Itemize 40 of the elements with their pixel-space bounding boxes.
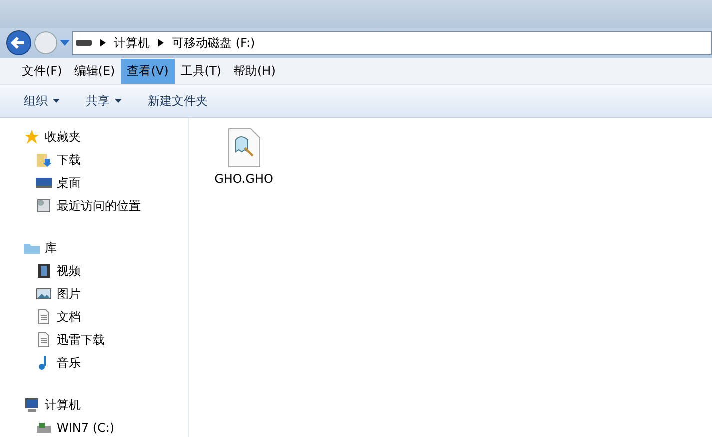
nav-item[interactable]: 库 xyxy=(45,240,57,256)
menu-item[interactable]: 工具(T) xyxy=(174,58,228,84)
chevron-icon xyxy=(158,39,164,47)
star-icon xyxy=(24,129,40,145)
nav-item[interactable]: 音乐 xyxy=(57,354,81,372)
history-caret-icon[interactable] xyxy=(60,40,70,46)
drive-icon xyxy=(36,420,52,436)
address-bar[interactable]: 计算机 可移动磁盘 (F:) xyxy=(72,31,712,55)
file-name[interactable]: GHO.GHO xyxy=(214,172,274,186)
computer-icon xyxy=(24,397,40,413)
chevron-icon xyxy=(100,39,106,47)
nav-item[interactable]: 下载 xyxy=(57,152,81,168)
document-icon xyxy=(36,309,52,325)
nav-item[interactable]: 图片 xyxy=(57,286,81,302)
nav-item[interactable]: 桌面 xyxy=(57,174,81,192)
monitor-icon xyxy=(36,175,52,191)
toolbar-button[interactable]: 共享 xyxy=(86,92,122,110)
nav-item[interactable]: 收藏夹 xyxy=(45,128,81,146)
nav-item[interactable]: 视频 xyxy=(57,262,81,280)
breadcrumb-item[interactable]: 计算机 xyxy=(114,34,150,52)
menu-item[interactable]: 查看(V) xyxy=(121,58,175,84)
nav-item[interactable]: 计算机 xyxy=(45,396,81,414)
menu-item[interactable]: 文件(F) xyxy=(16,58,68,84)
toolbar-button[interactable]: 新建文件夹 xyxy=(148,92,208,110)
caret-icon xyxy=(53,99,60,103)
nav-item[interactable]: 迅雷下载 xyxy=(57,332,105,348)
breadcrumb-item[interactable]: 可移动磁盘 (F:) xyxy=(172,34,256,52)
nav-item[interactable]: 文档 xyxy=(57,308,81,326)
menu-item[interactable]: 帮助(H) xyxy=(228,58,282,84)
picture-icon xyxy=(36,286,52,302)
folder-arrow-icon xyxy=(36,152,52,168)
back-button[interactable] xyxy=(6,30,32,56)
document-icon xyxy=(36,332,52,348)
menu-item[interactable]: 编辑(E) xyxy=(68,58,122,84)
toolbar-button[interactable]: 组织 xyxy=(24,92,60,110)
caret-icon xyxy=(115,99,122,103)
nav-item[interactable]: 最近访问的位置 xyxy=(57,198,141,214)
film-icon xyxy=(36,263,52,279)
nav-item[interactable]: WIN7 (C:) xyxy=(57,421,115,435)
drive-icon xyxy=(76,39,92,47)
